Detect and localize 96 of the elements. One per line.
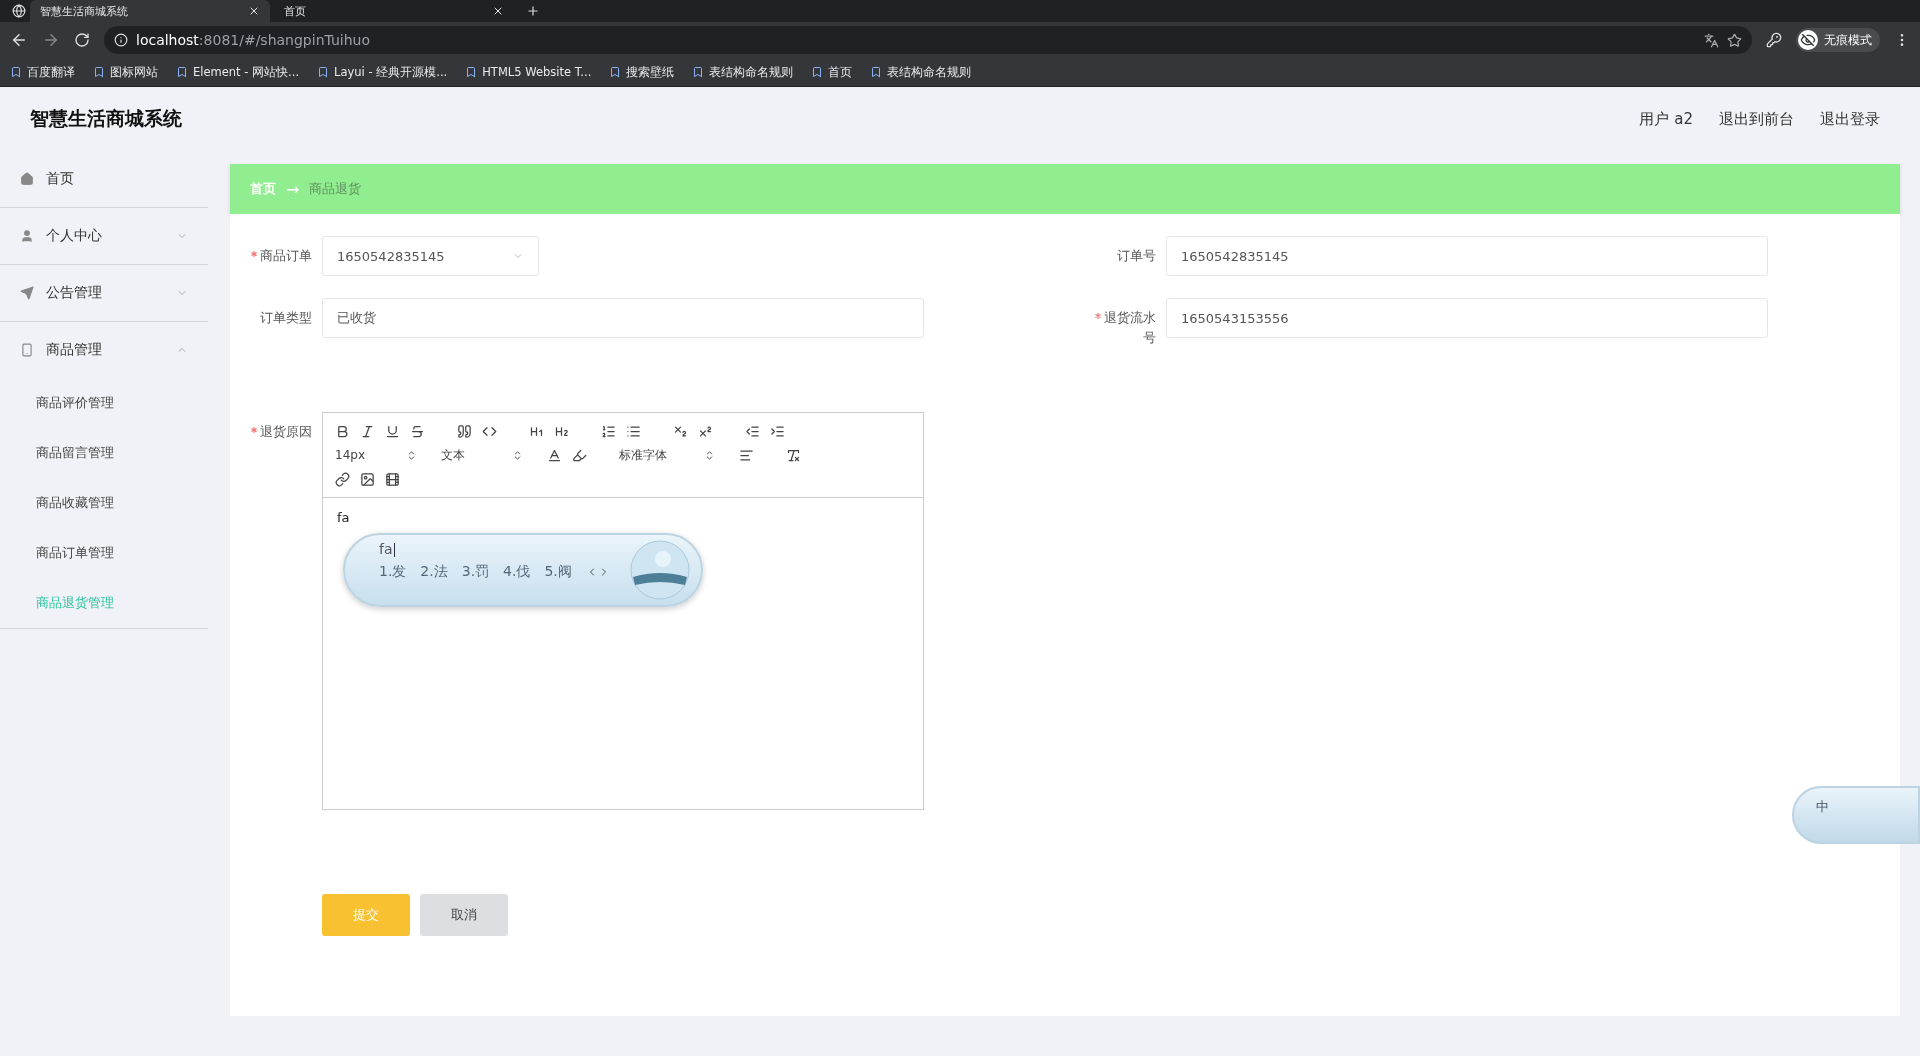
clear-format-icon[interactable] [786, 447, 801, 463]
app-title: 智慧生活商城系统 [30, 106, 182, 131]
back-icon[interactable] [10, 31, 28, 49]
bookmark-icon [317, 66, 330, 78]
reload-icon[interactable] [74, 32, 90, 48]
subscript-icon[interactable] [673, 423, 688, 439]
ordered-list-icon[interactable] [601, 423, 616, 439]
bookmark[interactable]: 百度翻译 [10, 64, 75, 80]
sidebar-item[interactable]: 个人中心 [0, 208, 208, 264]
updown-icon [512, 449, 523, 461]
header-link[interactable]: 用户 a2 [1639, 109, 1693, 129]
sidebar-subitem[interactable]: 商品收藏管理 [0, 478, 208, 528]
bookmark-icon [609, 66, 622, 78]
bookmark[interactable]: 图标网站 [93, 64, 158, 80]
user-icon [20, 229, 34, 243]
ime-candidate[interactable]: 5.阀 [544, 563, 572, 581]
size-picker[interactable]: 14px [335, 448, 417, 462]
updown-icon [406, 449, 417, 461]
order-select[interactable]: 1650542835145 [322, 236, 539, 276]
url-text: localhost:8081/#/shangpinTuihuo [136, 32, 370, 48]
text-caret [393, 543, 395, 557]
bullet-list-icon[interactable] [626, 423, 641, 439]
star-icon[interactable] [1727, 32, 1742, 48]
new-tab-icon[interactable] [526, 4, 540, 18]
bookmark[interactable]: Layui - 经典开源模... [317, 64, 448, 80]
rich-text-editor[interactable]: 14px 文本 标准字体 fa fa 1.发 2.法 3.罚 4.伐 5.阀 [322, 412, 924, 810]
header-link[interactable]: 退出到前台 [1719, 109, 1794, 129]
quote-icon[interactable] [457, 423, 472, 439]
bookmark[interactable]: 首页 [811, 64, 853, 80]
input-field[interactable]: 1650543153556 [1166, 298, 1768, 338]
updown-icon [704, 449, 715, 461]
underline-icon[interactable] [385, 423, 400, 439]
font-picker[interactable]: 标准字体 [619, 446, 715, 464]
cancel-button[interactable]: 取消 [420, 894, 508, 936]
sidebar-item[interactable]: 首页 [0, 151, 208, 208]
link-icon[interactable] [335, 471, 350, 487]
bookmark[interactable]: 表结构命名规则 [870, 64, 972, 80]
sidebar-item[interactable]: 公告管理 [0, 265, 208, 321]
outdent-icon[interactable] [745, 423, 760, 439]
sidebar-subitem[interactable]: 商品留言管理 [0, 428, 208, 478]
ime-candidate[interactable]: 2.法 [420, 563, 448, 581]
key-icon[interactable] [1766, 32, 1782, 48]
strikethrough-icon[interactable] [410, 423, 425, 439]
phone-icon [20, 343, 34, 357]
video-icon[interactable] [385, 471, 400, 487]
bookmark[interactable]: HTML5 Website T... [465, 65, 592, 79]
input-field[interactable]: 已收货 [322, 298, 924, 338]
globe-icon [12, 4, 26, 18]
breadcrumb-separator: → [286, 179, 300, 199]
field-label: 订单类型 [259, 309, 312, 327]
forward-icon[interactable] [42, 31, 60, 49]
bookmark[interactable]: 搜索壁纸 [609, 64, 675, 80]
bold-icon[interactable] [335, 423, 350, 439]
sidebar-item[interactable]: 商品管理 [0, 322, 208, 378]
field-label: 退货流水号 [1086, 298, 1156, 348]
field-label: 商品订单 [230, 236, 312, 276]
bookmark[interactable]: Element - 网站快... [176, 64, 300, 80]
incognito-icon [1798, 30, 1818, 50]
image-icon[interactable] [360, 471, 375, 487]
highlight-icon[interactable] [572, 447, 587, 463]
close-icon[interactable] [492, 5, 504, 17]
translate-icon[interactable] [1704, 32, 1719, 48]
bookmark-icon [465, 66, 478, 78]
font-color-icon[interactable] [547, 447, 562, 463]
sidebar-subitem[interactable]: 商品评价管理 [0, 378, 208, 428]
ime-candidate[interactable]: 3.罚 [461, 563, 490, 581]
field-label: 退货原因 [230, 412, 312, 810]
ime-status-bar[interactable]: 中 [1792, 786, 1920, 844]
ime-composition: fa [379, 541, 396, 557]
paper-plane-icon [20, 286, 34, 300]
close-icon[interactable] [248, 5, 260, 17]
ime-candidate[interactable]: 4.伐 [503, 563, 531, 581]
editor-text: fa [336, 509, 351, 527]
home-icon [20, 172, 34, 186]
indent-icon[interactable] [770, 423, 785, 439]
bookmark-icon [692, 66, 705, 78]
field-label: 订单号 [1116, 247, 1156, 265]
sidebar-subitem[interactable]: 商品订单管理 [0, 528, 208, 578]
bookmark-icon [10, 66, 22, 78]
bookmark-icon [176, 66, 188, 78]
bookmark-icon [870, 66, 883, 78]
bookmark-icon [811, 66, 824, 78]
italic-icon[interactable] [360, 423, 375, 439]
browser-tab[interactable]: 智慧生活商城系统 [30, 0, 270, 22]
header-link[interactable]: 退出登录 [1820, 109, 1880, 129]
superscript-icon[interactable] [698, 423, 713, 439]
address-bar[interactable]: localhost:8081/#/shangpinTuihuo [104, 26, 1752, 54]
browser-tab[interactable]: 首页 [274, 0, 514, 22]
header-picker[interactable]: 文本 [441, 446, 523, 464]
info-icon[interactable] [114, 33, 128, 47]
bookmark-icon [93, 66, 105, 78]
align-icon[interactable] [739, 447, 754, 463]
input-field[interactable]: 1650542835145 [1166, 236, 1768, 276]
bookmark[interactable]: 表结构命名规则 [692, 64, 794, 80]
incognito-badge[interactable]: 无痕模式 [1796, 28, 1880, 52]
ime-candidate[interactable]: 1.发 [379, 563, 407, 581]
